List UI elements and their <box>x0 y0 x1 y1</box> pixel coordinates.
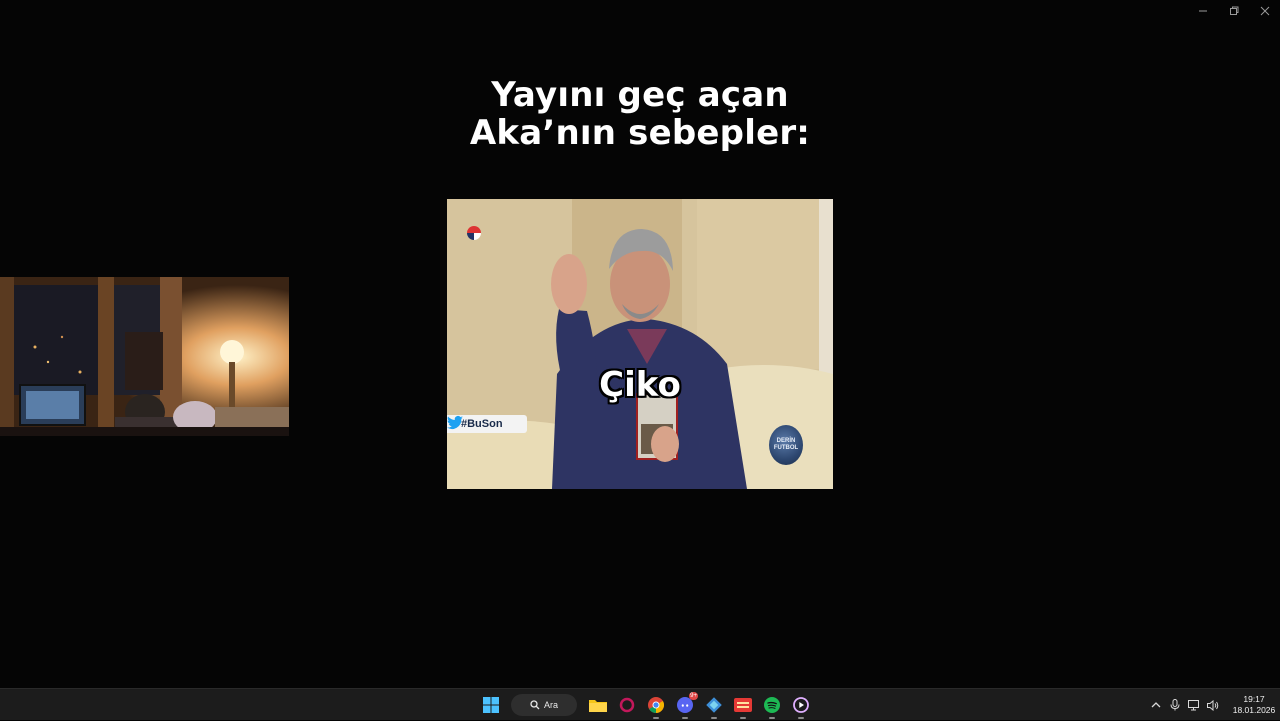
taskbar: Ara 9+ 19:17 18.01.2026 <box>0 688 1280 720</box>
video-frame: #BuSon DERİN FUTBOL Çiko <box>447 199 833 489</box>
chevron-up-icon <box>1151 702 1160 708</box>
caption-line-1: Yayını geç açan <box>491 75 789 115</box>
network-icon <box>1187 699 1199 710</box>
taskbar-media-player[interactable] <box>786 689 815 721</box>
play-circle-icon <box>792 697 809 713</box>
restore-icon <box>1229 6 1238 15</box>
twitter-icon <box>447 415 463 429</box>
taskbar-file-explorer[interactable] <box>583 689 612 721</box>
windows-start-icon <box>482 697 499 713</box>
taskbar-app-diamond[interactable] <box>699 689 728 721</box>
hashtag-text: #BuSon <box>461 418 503 430</box>
close-button[interactable] <box>1249 0 1280 22</box>
spotify-icon <box>763 697 780 713</box>
taskbar-app-red[interactable] <box>728 689 757 721</box>
chrome-icon <box>647 697 664 713</box>
webcam-scene <box>0 277 289 436</box>
show-hidden-icons-button[interactable] <box>1146 689 1165 721</box>
clock-date: 18.01.2026 <box>1232 705 1276 715</box>
clock-time: 19:17 <box>1243 694 1265 704</box>
caption-line-2: Aka’nın sebepler: <box>469 113 811 153</box>
minimize-icon <box>1198 10 1207 12</box>
taskbar-discord[interactable]: 9+ <box>670 689 699 721</box>
taskbar-spotify[interactable] <box>757 689 786 721</box>
folder-icon <box>588 700 607 712</box>
running-indicator <box>681 717 688 719</box>
speaker-icon <box>1206 699 1218 711</box>
microphone-button[interactable] <box>1165 689 1184 721</box>
start-button[interactable] <box>476 689 505 721</box>
running-indicator <box>739 717 746 719</box>
restore-button[interactable] <box>1218 0 1249 22</box>
meme-caption: Yayını geç açan Aka’nın sebepler: <box>447 76 833 152</box>
app-red-icon <box>733 698 752 712</box>
search-label: Ara <box>543 700 558 710</box>
search-icon <box>530 700 540 710</box>
taskbar-search[interactable]: Ara <box>511 694 577 716</box>
running-indicator <box>710 717 717 719</box>
app-ring-icon <box>619 697 634 713</box>
taskbar-clock[interactable]: 19:17 18.01.2026 <box>1228 694 1280 716</box>
microphone-icon <box>1170 699 1179 711</box>
network-button[interactable] <box>1184 689 1203 721</box>
taskbar-chrome[interactable] <box>641 689 670 721</box>
video-overlay-word: Çiko <box>599 365 681 405</box>
app-diamond-icon <box>705 697 722 713</box>
volume-button[interactable] <box>1203 689 1222 721</box>
channel-logo-line1: DERİN <box>776 438 796 444</box>
discord-badge: 9+ <box>689 692 698 700</box>
hashtag-badge: #BuSon <box>447 415 527 433</box>
window-controls <box>1187 0 1280 22</box>
channel-logo-line2: FUTBOL <box>773 445 799 451</box>
running-indicator <box>797 717 804 719</box>
minimize-button[interactable] <box>1187 0 1218 22</box>
taskbar-app-circle[interactable] <box>612 689 641 721</box>
taskbar-apps: Ara 9+ <box>476 689 815 721</box>
close-icon <box>1260 6 1269 16</box>
channel-corner-logo <box>467 226 481 240</box>
running-indicator <box>768 717 775 719</box>
webcam-overlay <box>0 277 289 436</box>
running-indicator <box>652 717 659 719</box>
channel-logo: DERİN FUTBOL <box>769 425 803 465</box>
system-tray: 19:17 18.01.2026 <box>1146 689 1280 721</box>
